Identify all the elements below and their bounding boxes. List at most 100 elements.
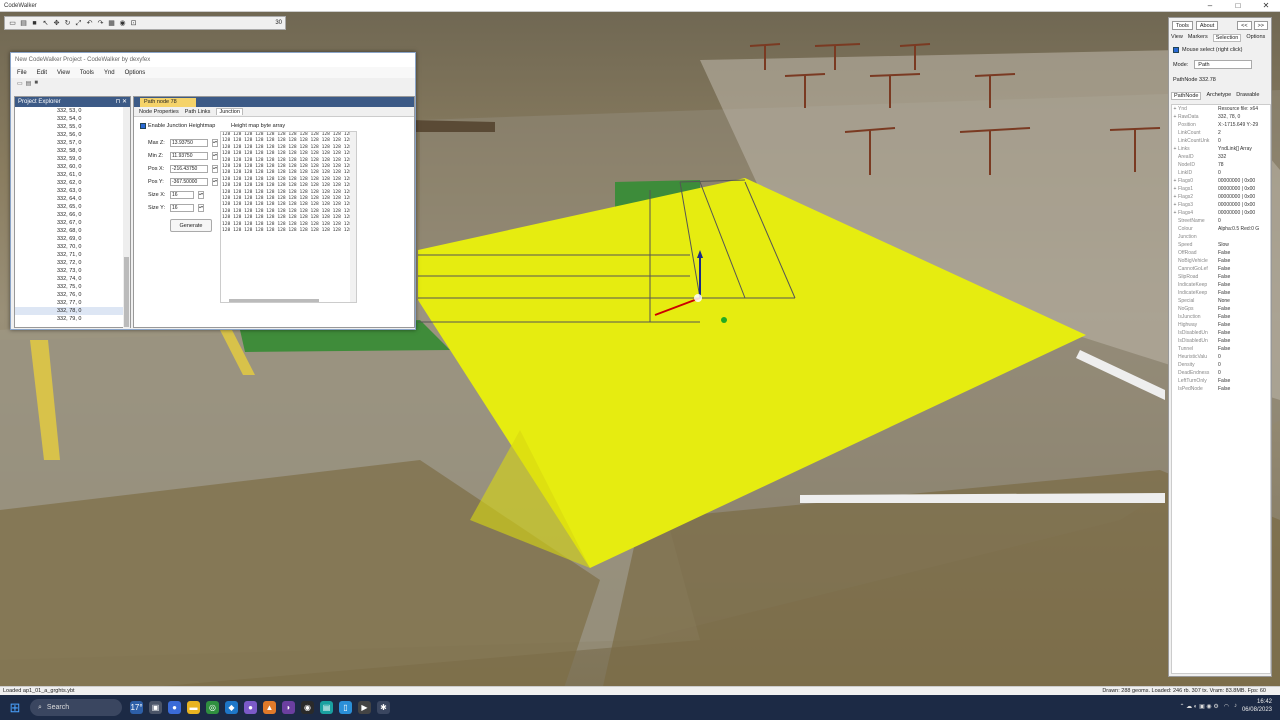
property-row[interactable]: CannotGoLef False <box>1172 265 1270 273</box>
menu-file[interactable]: File <box>17 70 27 76</box>
tab-markers[interactable]: Markers <box>1188 34 1208 42</box>
pos-x-spinner[interactable]: ▴▾ <box>212 165 218 173</box>
property-row[interactable]: + Flags1 00000000 | 0x00 <box>1172 185 1270 193</box>
move-icon[interactable]: ✥ <box>52 19 61 28</box>
grid-icon[interactable]: ▦ <box>107 19 116 28</box>
property-row[interactable]: LinkCount 2 <box>1172 129 1270 137</box>
tree-node[interactable]: 332, 68, 0 <box>15 227 125 235</box>
property-row[interactable]: + Ynd Resource file: x64 <box>1172 105 1270 113</box>
property-row[interactable]: IsDisabledUn False <box>1172 329 1270 337</box>
redo-icon[interactable]: ↷ <box>96 19 105 28</box>
property-row[interactable]: HeuristicValu 0 <box>1172 353 1270 361</box>
tab-path-node[interactable]: Path node 78 <box>140 98 196 107</box>
enable-heightmap-checkbox[interactable]: Enable Junction Heightmap <box>140 123 215 129</box>
property-row[interactable]: SlipRoad False <box>1172 273 1270 281</box>
property-row[interactable]: LinkCountUnk 0 <box>1172 137 1270 145</box>
menu-view[interactable]: View <box>57 70 70 76</box>
file-explorer-icon[interactable]: ▬ <box>187 701 200 714</box>
tab-drawable[interactable]: Drawable <box>1236 92 1259 100</box>
tab-view[interactable]: View <box>1171 34 1183 42</box>
mode-select[interactable]: Path <box>1194 60 1253 69</box>
tree-node[interactable]: 332, 66, 0 <box>15 211 125 219</box>
tree-node[interactable]: 332, 64, 0 <box>15 195 125 203</box>
property-row[interactable]: Colour Alpha:0.5 Red:0 G <box>1172 225 1270 233</box>
collapse-right-button[interactable]: >> <box>1253 21 1268 30</box>
tree-node[interactable]: 332, 77, 0 <box>15 299 125 307</box>
tab-pathnode[interactable]: PathNode <box>1171 92 1202 100</box>
size-x-spinner[interactable]: ▴▾ <box>198 191 204 199</box>
tree-node[interactable]: 332, 75, 0 <box>15 283 125 291</box>
tree-node[interactable]: 332, 65, 0 <box>15 203 125 211</box>
tab-path-links[interactable]: Path Links <box>185 109 211 115</box>
tree-node[interactable]: 332, 76, 0 <box>15 291 125 299</box>
property-row[interactable]: NodeID 78 <box>1172 161 1270 169</box>
save-project-icon[interactable]: ■ <box>34 80 38 86</box>
pos-y-spinner[interactable]: ▴▾ <box>212 178 218 186</box>
mouse-select-checkbox[interactable]: Mouse select (right click) <box>1173 47 1243 53</box>
tree-node[interactable]: 332, 79, 0 <box>15 315 125 323</box>
tree-node[interactable]: 332, 67, 0 <box>15 219 125 227</box>
save-icon[interactable]: ■ <box>30 19 39 28</box>
tree-node[interactable]: 332, 70, 0 <box>15 243 125 251</box>
undo-icon[interactable]: ↶ <box>85 19 94 28</box>
heightmap-vscroll[interactable] <box>350 132 356 302</box>
open-project-icon[interactable]: ▤ <box>26 80 32 87</box>
tab-options[interactable]: Options <box>1246 34 1265 42</box>
generate-button[interactable]: Generate <box>170 219 212 232</box>
github-icon[interactable]: ◉ <box>301 701 314 714</box>
property-row[interactable]: IndicateKeep False <box>1172 281 1270 289</box>
property-row[interactable]: LeftTurnOnly False <box>1172 377 1270 385</box>
size-y-spinner[interactable]: ▴▾ <box>198 204 204 212</box>
app-icon[interactable]: ▲ <box>263 701 276 714</box>
property-row[interactable]: Junction <box>1172 233 1270 241</box>
zoom-dropdown[interactable]: 30 <box>275 20 282 26</box>
menu-ynd[interactable]: Ynd <box>104 70 115 76</box>
maximize-button[interactable]: □ <box>1224 0 1252 12</box>
heightmap-hscroll[interactable] <box>229 299 319 302</box>
tree-node[interactable]: 332, 55, 0 <box>15 123 125 131</box>
property-row[interactable]: Tunnel False <box>1172 345 1270 353</box>
menu-options[interactable]: Options <box>125 70 146 76</box>
open-icon[interactable]: ▤ <box>19 19 28 28</box>
property-row[interactable]: Density 0 <box>1172 361 1270 369</box>
tree-node[interactable]: 332, 74, 0 <box>15 275 125 283</box>
tab-selection[interactable]: Selection <box>1212 34 1242 42</box>
property-row[interactable]: NoBigVehicle False <box>1172 257 1270 265</box>
lock-icon[interactable]: ⊡ <box>129 19 138 28</box>
max-z-spinner[interactable]: ▴▾ <box>212 139 218 147</box>
heightmap-textarea[interactable]: 128 128 128 128 128 128 128 128 128 128 … <box>220 131 357 303</box>
camera-icon[interactable]: ◉ <box>118 19 127 28</box>
property-row[interactable]: + RawData 332, 78, 0 <box>1172 113 1270 121</box>
property-row[interactable]: + Links YndLink[] Array <box>1172 145 1270 153</box>
pos-x-input[interactable]: -216.43750 <box>170 165 208 173</box>
property-row[interactable]: DeadEndness 0 <box>1172 369 1270 377</box>
visual-studio-icon[interactable]: ◗ <box>282 701 295 714</box>
minimize-button[interactable]: – <box>1196 0 1224 12</box>
weather-icon[interactable]: 17° <box>130 701 143 714</box>
about-button[interactable]: About <box>1195 21 1219 30</box>
tree-node[interactable]: 332, 57, 0 <box>15 139 125 147</box>
tree-node[interactable]: 332, 72, 0 <box>15 259 125 267</box>
property-row[interactable]: IsDisabledUn False <box>1172 337 1270 345</box>
new-icon[interactable]: ▭ <box>8 19 17 28</box>
property-row[interactable]: IndicateKeep False <box>1172 289 1270 297</box>
media-icon[interactable]: ▶ <box>358 701 371 714</box>
app-icon[interactable]: ▯ <box>339 701 352 714</box>
clock[interactable]: 16:42 06/08/2023 <box>1242 698 1272 714</box>
pin-icon[interactable]: ⊓ ✕ <box>116 97 127 107</box>
tree-node[interactable]: 332, 56, 0 <box>15 131 125 139</box>
menu-tools[interactable]: Tools <box>80 70 94 76</box>
size-x-input[interactable]: 16 <box>170 191 194 199</box>
task-view-icon[interactable]: ▣ <box>149 701 162 714</box>
scale-icon[interactable]: ⤢ <box>74 19 83 28</box>
tab-node-properties[interactable]: Node Properties <box>139 109 179 115</box>
chrome-icon[interactable]: ◎ <box>206 701 219 714</box>
min-z-input[interactable]: 11.93750 <box>170 152 208 160</box>
chat-icon[interactable]: ● <box>168 701 181 714</box>
tree-node[interactable]: 332, 63, 0 <box>15 187 125 195</box>
size-y-input[interactable]: 16 <box>170 204 194 212</box>
tree-node[interactable]: 332, 61, 0 <box>15 171 125 179</box>
codewalker-icon[interactable]: ✱ <box>377 701 390 714</box>
tools-button[interactable]: Tools <box>1172 21 1193 30</box>
menu-edit[interactable]: Edit <box>37 70 47 76</box>
